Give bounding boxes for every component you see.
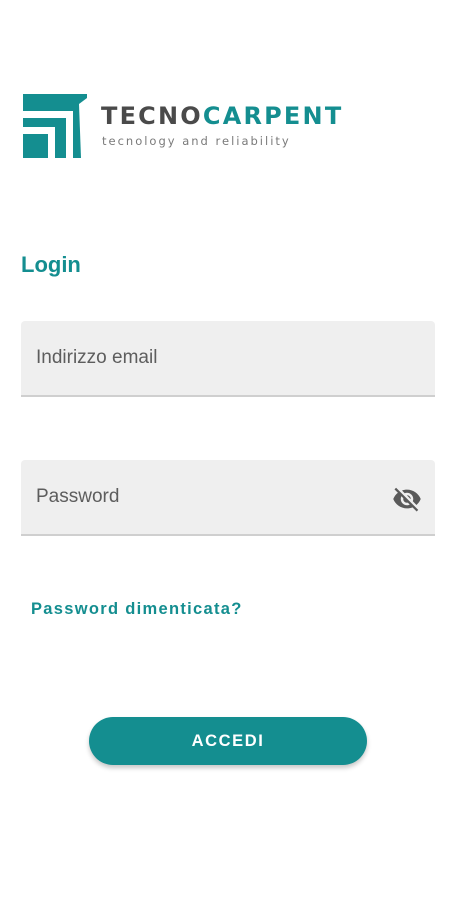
eye-off-icon[interactable] [392,484,422,514]
password-field-container [21,460,435,536]
login-title: Login [21,252,81,277]
app-logo: TECNOCARPENT tecnology and reliability [23,94,341,160]
tecnocarpent-logo-mark [23,94,87,158]
password-field[interactable] [21,460,435,534]
brand-tagline: tecnology and reliability [102,134,291,148]
brand-name: TECNOCARPENT [101,102,343,130]
email-field-container [21,321,435,397]
brand-name-part1: TECNO [101,102,203,130]
login-submit-button[interactable]: ACCEDI [89,717,367,765]
email-field[interactable] [21,321,435,395]
forgot-password-link[interactable]: Password dimenticata? [31,598,243,620]
brand-name-part2: CARPENT [202,102,344,130]
